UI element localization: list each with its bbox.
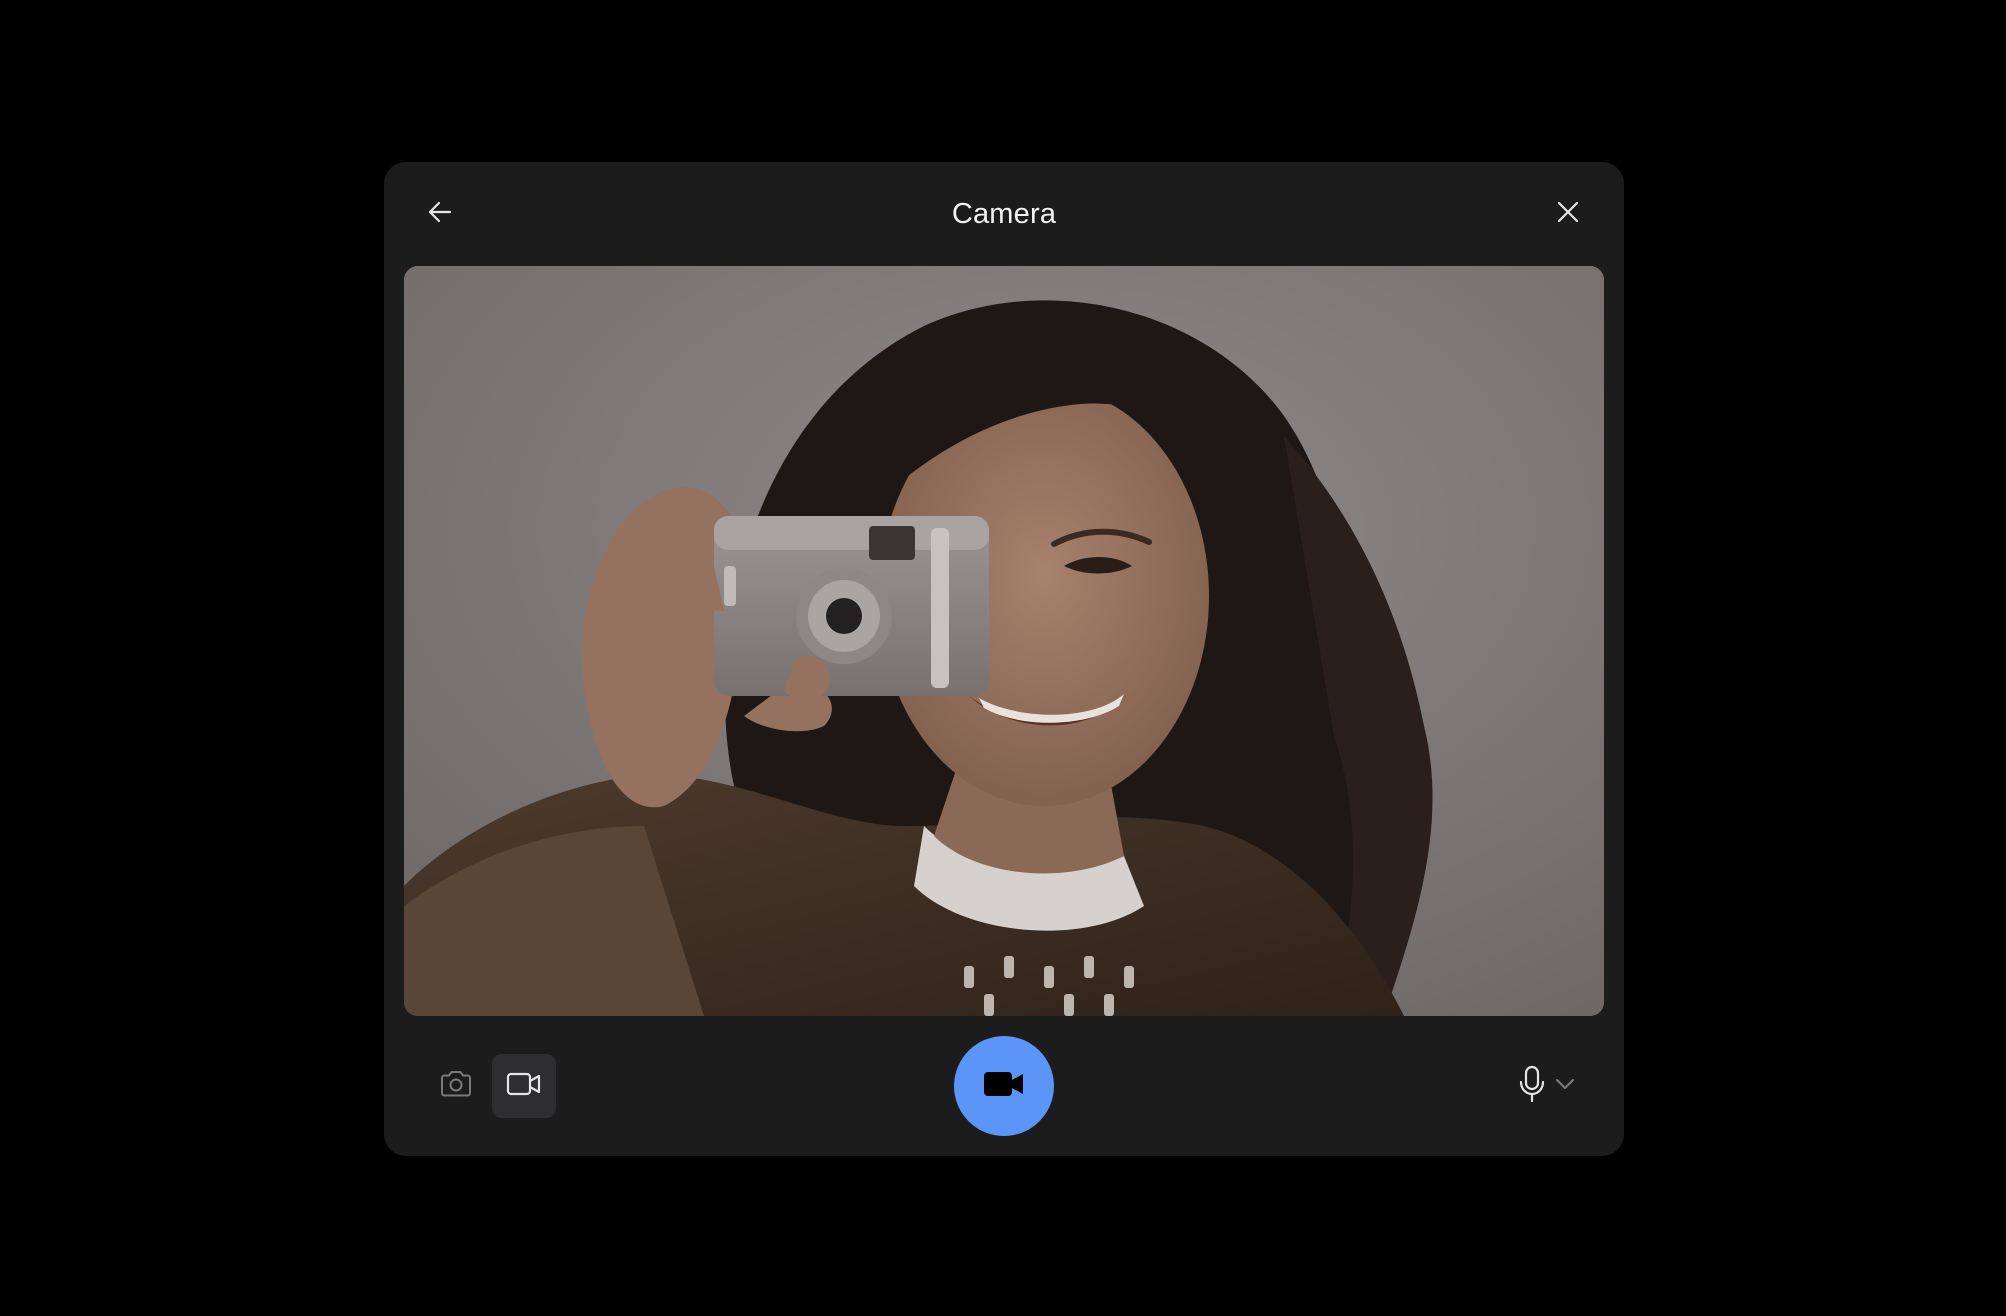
microphone-selector[interactable] <box>1518 1060 1576 1112</box>
chevron-down-icon <box>1554 1077 1576 1096</box>
video-icon <box>506 1071 542 1102</box>
close-button[interactable] <box>1544 190 1592 238</box>
record-button[interactable] <box>954 1036 1054 1136</box>
stage: Camera <box>0 0 2006 1316</box>
microphone-icon <box>1518 1065 1546 1108</box>
camera-preview-image <box>404 266 1604 1016</box>
photo-mode-button[interactable] <box>424 1054 488 1118</box>
camera-preview <box>404 266 1604 1016</box>
camera-icon <box>439 1069 473 1104</box>
camera-dialog: Camera <box>384 162 1624 1156</box>
video-mode-button[interactable] <box>492 1054 556 1118</box>
camera-controls <box>384 1016 1624 1156</box>
dialog-header: Camera <box>384 162 1624 266</box>
close-icon <box>1554 198 1582 231</box>
page-title: Camera <box>951 198 1057 230</box>
video-filled-icon <box>982 1068 1026 1105</box>
